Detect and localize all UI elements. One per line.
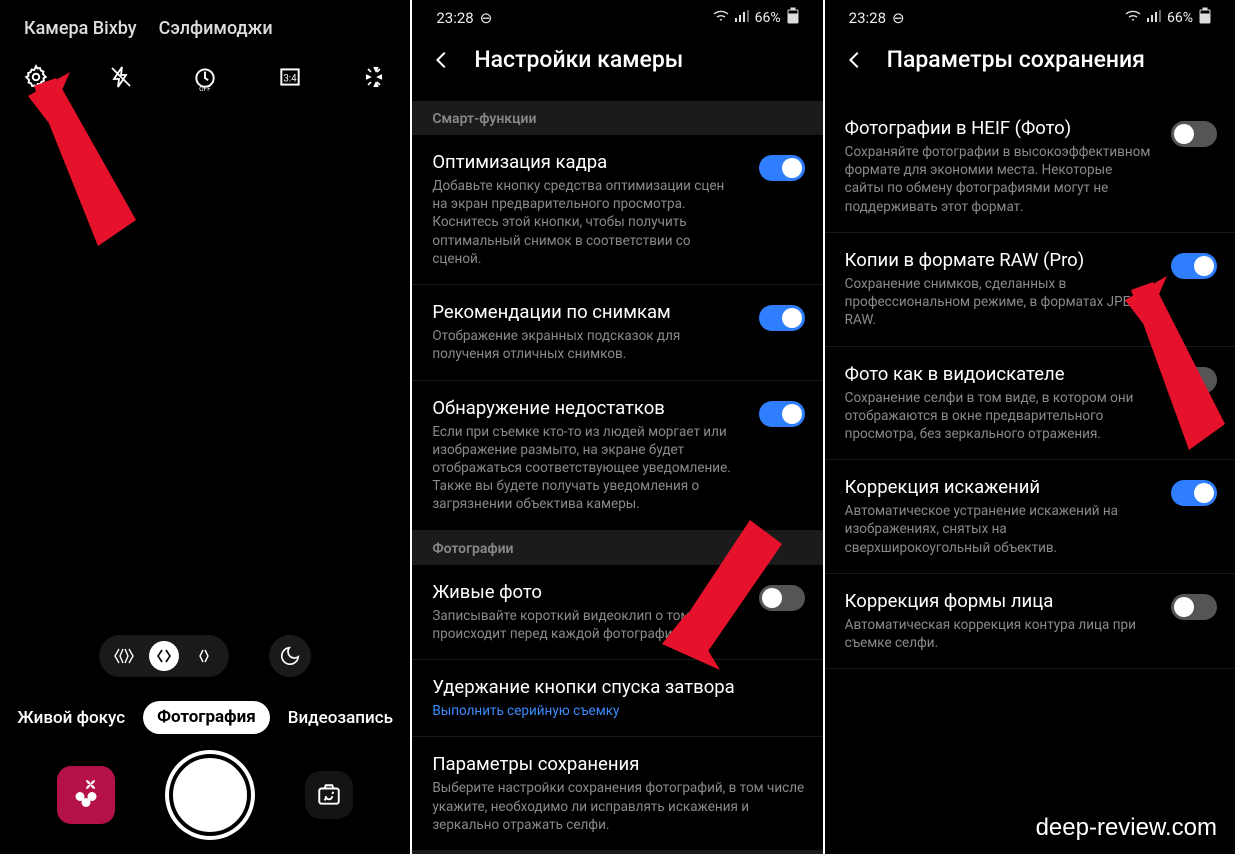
row-title: Живые фото (432, 581, 738, 607)
dnd-icon: ⊖ (480, 9, 493, 27)
effects-icon[interactable] (360, 63, 388, 91)
back-icon[interactable] (430, 48, 454, 72)
gallery-thumbnail[interactable] (57, 766, 115, 824)
pane-save-options: 23:28 ⊖ 66% Параметры сохранения (823, 0, 1235, 854)
section-smart: Смарт-функции (412, 101, 822, 135)
aspect-ratio-icon[interactable]: 3:4 (276, 63, 304, 91)
mode-live-focus[interactable]: Живой фокус (17, 708, 125, 728)
row-heif[interactable]: Фотографии в HEIF (Фото) Сохраняйте фото… (825, 101, 1235, 233)
mode-video[interactable]: Видеозапись (288, 708, 393, 728)
row-sub: Выполнить серийную съемку (432, 702, 804, 720)
row-motion-photos[interactable]: Живые фото Записывайте короткий видеокли… (412, 565, 822, 660)
toggle-distortion[interactable] (1171, 480, 1217, 506)
page-title: Настройки камеры (474, 46, 683, 73)
toggle-as-previewed[interactable] (1171, 367, 1217, 393)
tab-selfiemoji[interactable]: Сэлфимоджи (159, 18, 273, 39)
toggle-flaw-detection[interactable] (759, 401, 805, 427)
timer-off-icon[interactable]: OFF (191, 63, 219, 91)
row-raw[interactable]: Копии в формате RAW (Pro) Сохранение сни… (825, 233, 1235, 347)
svg-text:3:4: 3:4 (283, 73, 297, 84)
toggle-scene-optimizer[interactable] (759, 155, 805, 181)
zoom-ultrawide-icon[interactable] (109, 641, 139, 671)
status-bar: 23:28 ⊖ 66% (825, 0, 1235, 32)
row-title: Параметры сохранения (432, 753, 804, 779)
row-sub: Сохранение снимков, сделанных в професси… (845, 275, 1151, 330)
svg-text:OFF: OFF (199, 85, 211, 93)
row-face-correction[interactable]: Коррекция формы лица Автоматическая корр… (825, 574, 1235, 669)
battery-pct: 66% (755, 10, 781, 26)
toggle-motion-photos[interactable] (759, 585, 805, 611)
arrow-to-gear-icon (28, 78, 148, 268)
status-time: 23:28 (436, 9, 473, 27)
night-mode-icon[interactable] (269, 635, 311, 677)
row-title: Фотографии в HEIF (Фото) (845, 117, 1151, 143)
toggle-shot-suggestions[interactable] (759, 305, 805, 331)
row-sub: Добавьте кнопку средства оптимизации сце… (432, 177, 738, 268)
signal-icon (735, 10, 749, 26)
battery-icon (1199, 8, 1211, 28)
section-photos: Фотографии (412, 531, 822, 565)
zoom-selector[interactable] (99, 635, 229, 677)
toggle-raw[interactable] (1171, 253, 1217, 279)
row-sub: Записывайте короткий видеоклип о том, чт… (432, 607, 738, 643)
row-title: Обнаружение недостатков (432, 397, 738, 423)
dnd-icon: ⊖ (892, 9, 905, 27)
page-title: Параметры сохранения (887, 46, 1145, 73)
row-sub: Автоматическая коррекция контура лица пр… (845, 616, 1151, 652)
wifi-icon (1125, 10, 1141, 26)
row-hold-shutter[interactable]: Удержание кнопки спуска затвора Выполнит… (412, 660, 822, 737)
row-title: Оптимизация кадра (432, 151, 738, 177)
back-icon[interactable] (843, 48, 867, 72)
status-bar: 23:28 ⊖ 66% (412, 0, 822, 32)
flash-off-icon[interactable] (107, 63, 135, 91)
zoom-wide-icon[interactable] (149, 641, 179, 671)
battery-pct: 66% (1167, 10, 1193, 26)
row-title: Рекомендации по снимкам (432, 301, 738, 327)
row-sub: Отображение экранных подсказок для получ… (432, 327, 738, 363)
pane-camera: Камера Bixby Сэлфимоджи OFF (0, 0, 410, 854)
pane-camera-settings: 23:28 ⊖ 66% Настройки камеры (410, 0, 822, 854)
row-sub: Если при съемке кто-то из людей моргает … (432, 423, 738, 514)
row-title: Удержание кнопки спуска затвора (432, 676, 804, 702)
row-title: Коррекция искажений (845, 476, 1151, 502)
row-sub: Автоматическое устранение искажений на и… (845, 502, 1151, 557)
watermark: deep-review.com (1036, 814, 1217, 842)
zoom-tele-icon[interactable] (189, 641, 219, 671)
toggle-heif[interactable] (1171, 121, 1217, 147)
row-scene-optimizer[interactable]: Оптимизация кадра Добавьте кнопку средст… (412, 135, 822, 285)
mode-selector[interactable]: Живой фокус Фотография Видеозапись (0, 683, 410, 754)
toggle-face-correction[interactable] (1171, 594, 1217, 620)
row-as-previewed[interactable]: Фото как в видоискателе Сохранение селфи… (825, 347, 1235, 461)
wifi-icon (713, 10, 729, 26)
signal-icon (1147, 10, 1161, 26)
row-sub: Выберите настройки сохранения фотографий… (432, 779, 804, 834)
shutter-button[interactable] (169, 754, 251, 836)
row-shot-suggestions[interactable]: Рекомендации по снимкам Отображение экра… (412, 285, 822, 380)
row-distortion[interactable]: Коррекция искажений Автоматическое устра… (825, 460, 1235, 574)
row-title: Коррекция формы лица (845, 590, 1151, 616)
battery-icon (787, 8, 799, 28)
mode-photo[interactable]: Фотография (143, 701, 270, 734)
row-title: Копии в формате RAW (Pro) (845, 249, 1151, 275)
row-save-options[interactable]: Параметры сохранения Выберите настройки … (412, 737, 822, 851)
row-sub: Сохранение селфи в том виде, в котором о… (845, 389, 1151, 444)
gear-icon[interactable] (22, 63, 50, 91)
status-time: 23:28 (849, 9, 886, 27)
row-title: Фото как в видоискателе (845, 363, 1151, 389)
row-flaw-detection[interactable]: Обнаружение недостатков Если при съемке … (412, 381, 822, 531)
tab-bixby[interactable]: Камера Bixby (24, 18, 137, 39)
row-sub: Сохраняйте фотографии в высокоэффективно… (845, 143, 1151, 216)
switch-camera-icon[interactable] (305, 771, 353, 819)
